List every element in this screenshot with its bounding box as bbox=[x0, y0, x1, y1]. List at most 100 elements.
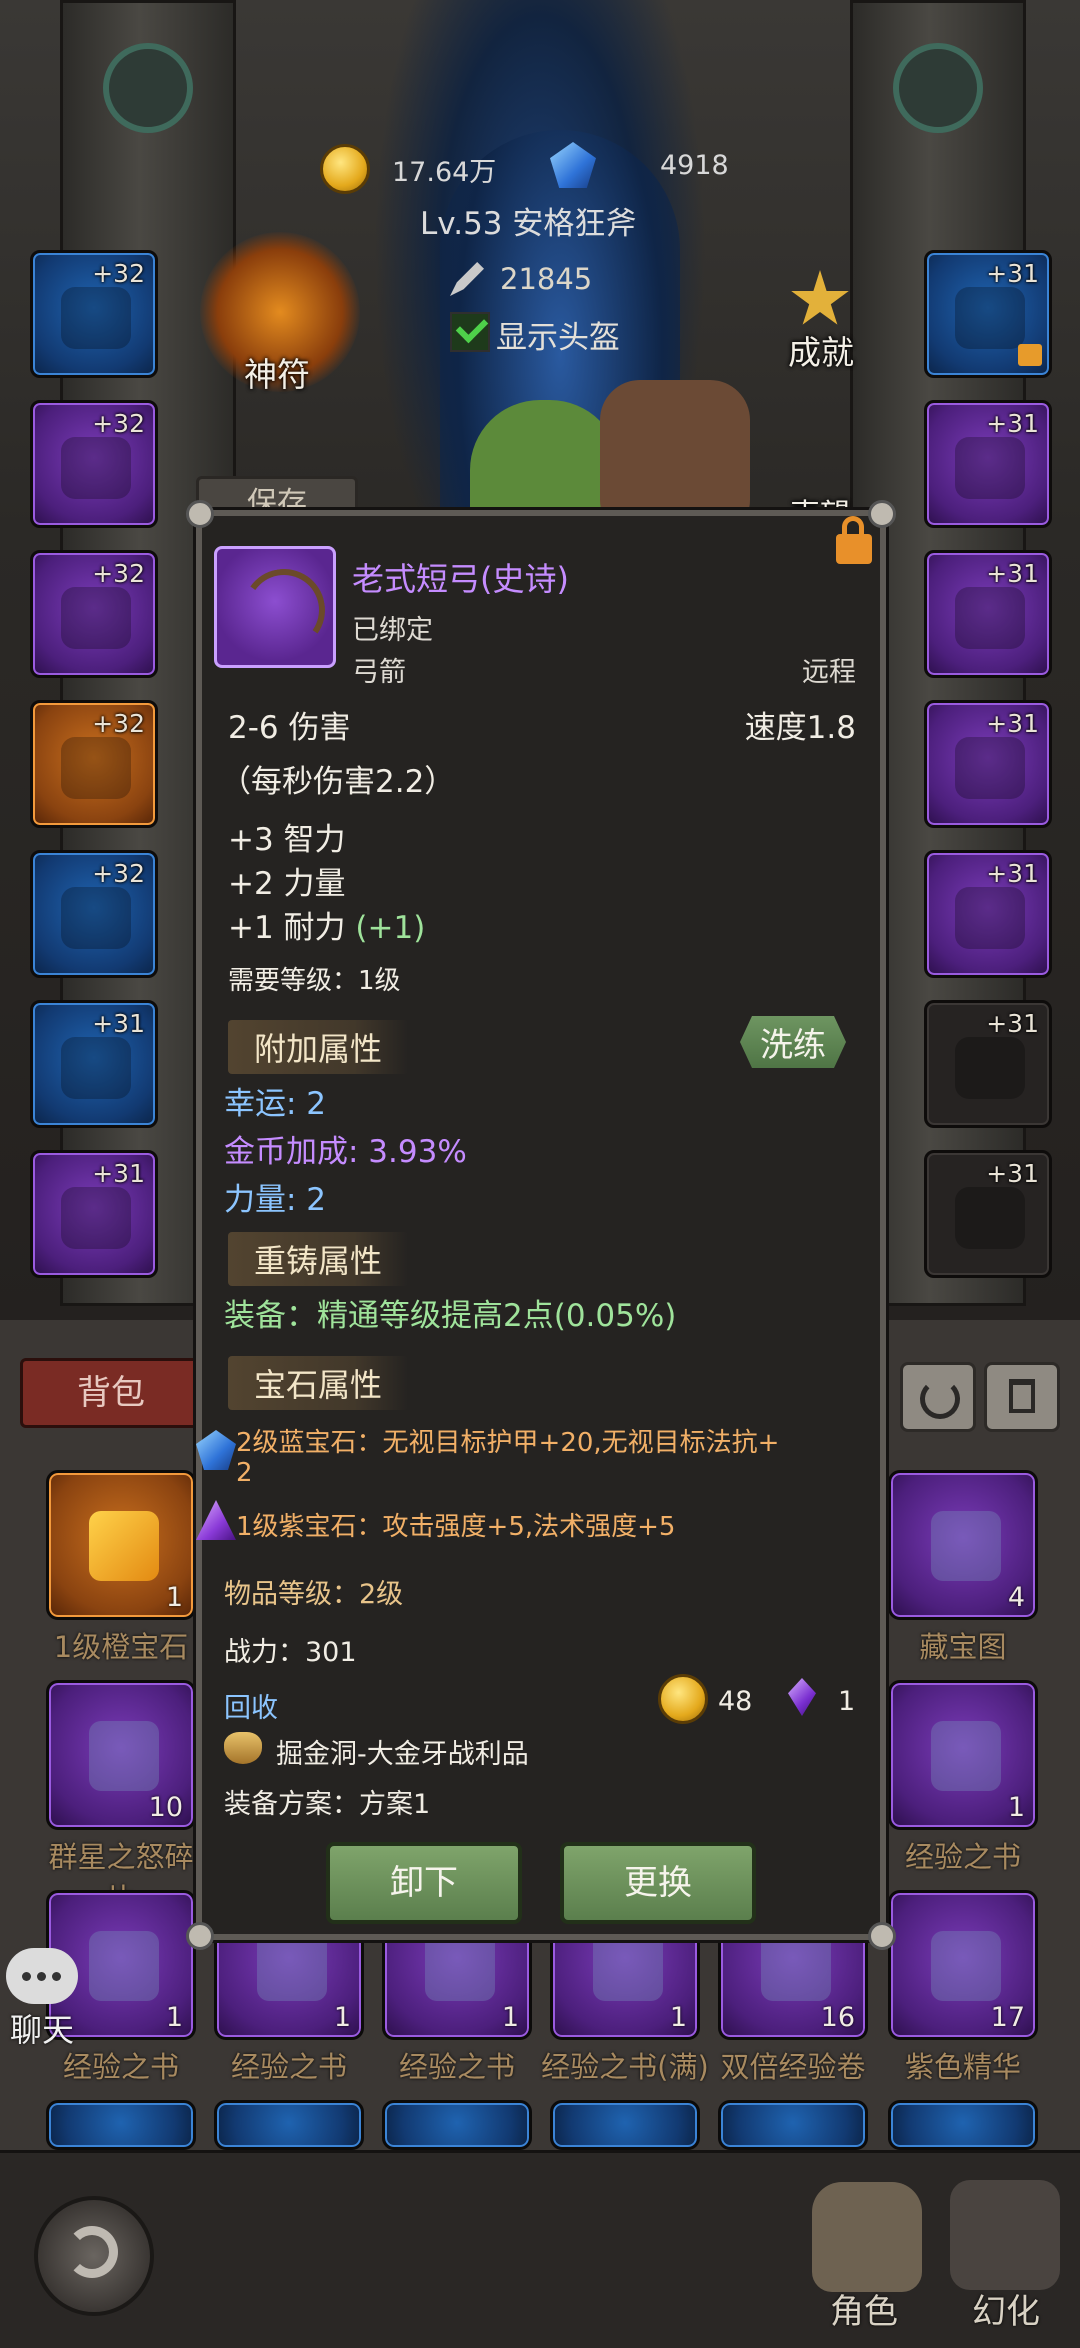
bag-item[interactable]: 1 bbox=[46, 1470, 196, 1620]
item-icon bbox=[89, 1931, 159, 2001]
nav-illusion-label[interactable]: 幻化 bbox=[972, 2284, 1040, 2333]
stat-intellect: +3 智力 bbox=[228, 822, 346, 858]
illusion-icon[interactable] bbox=[950, 2180, 1060, 2290]
equipment-icon bbox=[955, 1037, 1025, 1099]
equipment-icon bbox=[61, 587, 131, 649]
chat-bubble-icon[interactable] bbox=[6, 1948, 78, 2004]
bag-item[interactable]: 10 bbox=[46, 1680, 196, 1830]
enhance-level: +31 bbox=[986, 1159, 1039, 1188]
refine-button[interactable]: 洗练 bbox=[740, 1016, 846, 1068]
item-type: 弓箭 bbox=[352, 657, 406, 688]
stat-stamina: +1 耐力 (+1) bbox=[228, 910, 426, 946]
item-icon bbox=[89, 1511, 159, 1581]
chat-label[interactable]: 聊天 bbox=[10, 2005, 74, 2051]
enhance-level: +31 bbox=[986, 1009, 1039, 1038]
refresh-icon bbox=[920, 1379, 960, 1419]
gold-coin-icon bbox=[320, 144, 370, 194]
bag-item-name: 经验之书 bbox=[230, 2050, 347, 2084]
reforge-line: 装备：精通等级提高2点(0.05%) bbox=[224, 1298, 677, 1334]
bag-item-partial[interactable] bbox=[550, 2100, 700, 2150]
item-icon bbox=[931, 1511, 1001, 1581]
padlock-icon bbox=[836, 534, 872, 564]
equipment-icon bbox=[61, 287, 131, 349]
equipment-icon bbox=[955, 1187, 1025, 1249]
right-equip-slot[interactable]: +31 bbox=[924, 400, 1052, 528]
enhance-level: +31 bbox=[92, 1009, 145, 1038]
gem-attributes-header: 宝石属性 bbox=[228, 1356, 409, 1410]
loot-bag-icon bbox=[224, 1732, 262, 1764]
enhance-level: +31 bbox=[986, 859, 1039, 888]
show-helmet-checkbox[interactable] bbox=[450, 310, 490, 352]
item-source: 掘金洞-大金牙战利品 bbox=[276, 1739, 529, 1770]
item-count: 1 bbox=[165, 2002, 183, 2033]
lock-icon bbox=[1018, 344, 1042, 366]
achievement-label[interactable]: 成就 bbox=[788, 326, 854, 374]
purple-gem-icon bbox=[196, 1500, 236, 1540]
left-equip-slot[interactable]: +32 bbox=[30, 400, 158, 528]
role-helmet-icon[interactable] bbox=[812, 2182, 922, 2292]
power-value: 21845 bbox=[500, 262, 593, 296]
left-equip-slot[interactable]: +32 bbox=[30, 850, 158, 978]
replace-button[interactable]: 更换 bbox=[560, 1842, 756, 1924]
item-icon bbox=[593, 1931, 663, 2001]
attack-speed: 速度1.8 bbox=[744, 710, 856, 746]
item-icon bbox=[931, 1931, 1001, 2001]
bag-item-name: 经验之书(满) bbox=[541, 2050, 709, 2084]
bag-item-partial[interactable] bbox=[214, 2100, 364, 2150]
left-equip-slot[interactable]: +32 bbox=[30, 550, 158, 678]
unequip-button[interactable]: 卸下 bbox=[326, 1842, 522, 1924]
gold-amount: 17.64万 bbox=[392, 157, 497, 188]
stat-strength: +2 力量 bbox=[228, 866, 346, 902]
right-equip-slot[interactable]: +31 bbox=[924, 1000, 1052, 1128]
bag-item-partial[interactable] bbox=[718, 2100, 868, 2150]
character-title: Lv.53 安格狂斧 bbox=[420, 206, 637, 242]
item-bound: 已绑定 bbox=[352, 615, 433, 646]
bag-item-partial[interactable] bbox=[46, 2100, 196, 2150]
recycle-label[interactable]: 回收 bbox=[224, 1686, 278, 1725]
trash-icon bbox=[1009, 1379, 1035, 1413]
nav-role-label[interactable]: 角色 bbox=[830, 2284, 898, 2333]
left-equip-slot[interactable]: +31 bbox=[30, 1150, 158, 1278]
bag-item-name: 双倍经验卷 bbox=[720, 2050, 866, 2084]
bag-tab[interactable]: 背包 bbox=[20, 1358, 202, 1428]
item-detail-modal: 老式短弓(史诗) 已绑定 弓箭 远程 2-6 伤害 速度1.8 （每秒伤害2.2… bbox=[186, 500, 896, 1950]
right-equip-slot[interactable]: +31 bbox=[924, 550, 1052, 678]
bag-item-name: 经验之书 bbox=[904, 1840, 1021, 1874]
bag-item-partial[interactable] bbox=[382, 2100, 532, 2150]
gem-blue-line1: 2级蓝宝石：无视目标护甲+20,无视目标法抗+ bbox=[236, 1428, 780, 1458]
recycle-essence: 1 bbox=[838, 1686, 856, 1717]
right-equip-slot[interactable]: +31 bbox=[924, 850, 1052, 978]
enhance-level: +32 bbox=[92, 409, 145, 438]
right-equip-slot[interactable]: +31 bbox=[924, 1150, 1052, 1278]
item-icon bbox=[425, 1931, 495, 2001]
bow-icon bbox=[236, 562, 332, 658]
enhance-level: +31 bbox=[986, 559, 1039, 588]
right-equip-slot[interactable]: +31 bbox=[924, 700, 1052, 828]
equipment-icon bbox=[61, 737, 131, 799]
bag-item[interactable]: 1 bbox=[888, 1680, 1038, 1830]
item-count: 17 bbox=[990, 2002, 1025, 2033]
bag-item[interactable]: 4 bbox=[888, 1470, 1038, 1620]
bag-item[interactable]: 17 bbox=[888, 1890, 1038, 2040]
bag-item-name: 藏宝图 bbox=[919, 1630, 1007, 1664]
item-name: 老式短弓(史诗) bbox=[352, 560, 569, 598]
back-button[interactable] bbox=[34, 2196, 154, 2316]
equipment-icon bbox=[955, 437, 1025, 499]
gem-purple-line: 1级紫宝石：攻击强度+5,法术强度+5 bbox=[236, 1512, 676, 1542]
diamond-amount: 4918 bbox=[660, 150, 729, 181]
left-equip-slot[interactable]: +32 bbox=[30, 250, 158, 378]
rune-label: 神符 bbox=[244, 355, 310, 394]
equipment-icon bbox=[61, 1037, 131, 1099]
bag-item-partial[interactable] bbox=[888, 2100, 1038, 2150]
item-icon bbox=[761, 1931, 831, 2001]
left-equip-slot[interactable]: +31 bbox=[30, 1000, 158, 1128]
extra-attributes-header: 附加属性 bbox=[228, 1020, 409, 1074]
item-count: 10 bbox=[148, 1792, 183, 1823]
left-equip-slot[interactable]: +32 bbox=[30, 700, 158, 828]
item-count: 1 bbox=[165, 1582, 183, 1613]
sort-button[interactable] bbox=[900, 1362, 976, 1432]
back-arrow-icon bbox=[66, 2226, 118, 2278]
purple-essence-icon bbox=[788, 1678, 816, 1716]
lock-toggle[interactable] bbox=[834, 516, 874, 566]
delete-button[interactable] bbox=[984, 1362, 1060, 1432]
